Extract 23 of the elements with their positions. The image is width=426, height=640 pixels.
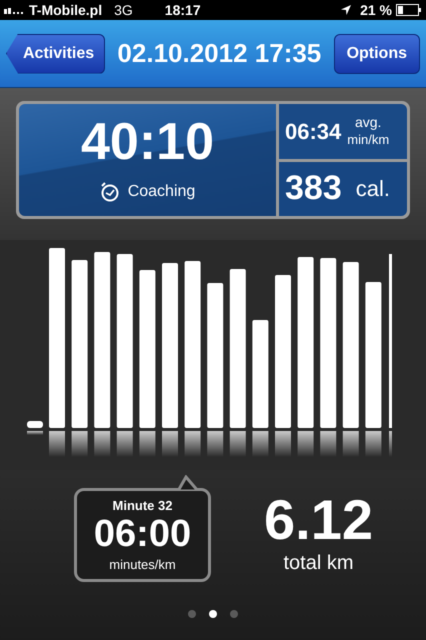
callout-pace-value: 06:00	[94, 515, 192, 553]
distance-value: 6.12	[264, 492, 373, 548]
mode-label: Coaching	[128, 182, 196, 202]
signal-icon	[4, 6, 26, 14]
network-type: 3G	[114, 0, 133, 20]
location-arrow-icon	[340, 4, 352, 16]
distance-unit: total km	[283, 551, 354, 576]
carrier-name: T-Mobile.pl	[29, 0, 102, 20]
pace-unit-top: avg.	[354, 114, 382, 132]
navigation-title: 02.10.2012 17:35	[116, 37, 322, 70]
average-pace-value: 06:34	[285, 118, 342, 146]
calories-unit: cal.	[356, 175, 390, 204]
pace-unit-bottom: min/km	[347, 132, 390, 148]
battery-icon	[396, 4, 422, 16]
callout-unit: minutes/km	[109, 556, 176, 574]
options-button[interactable]: Options	[334, 34, 420, 74]
back-button[interactable]: Activities	[6, 34, 106, 74]
status-time: 18:17	[164, 0, 201, 20]
callout-title: Minute 32	[112, 496, 172, 514]
duration-value: 40:10	[81, 116, 214, 168]
battery-percent: 21 %	[360, 0, 392, 20]
stopwatch-icon	[100, 182, 120, 202]
calories-value: 383	[285, 168, 342, 210]
